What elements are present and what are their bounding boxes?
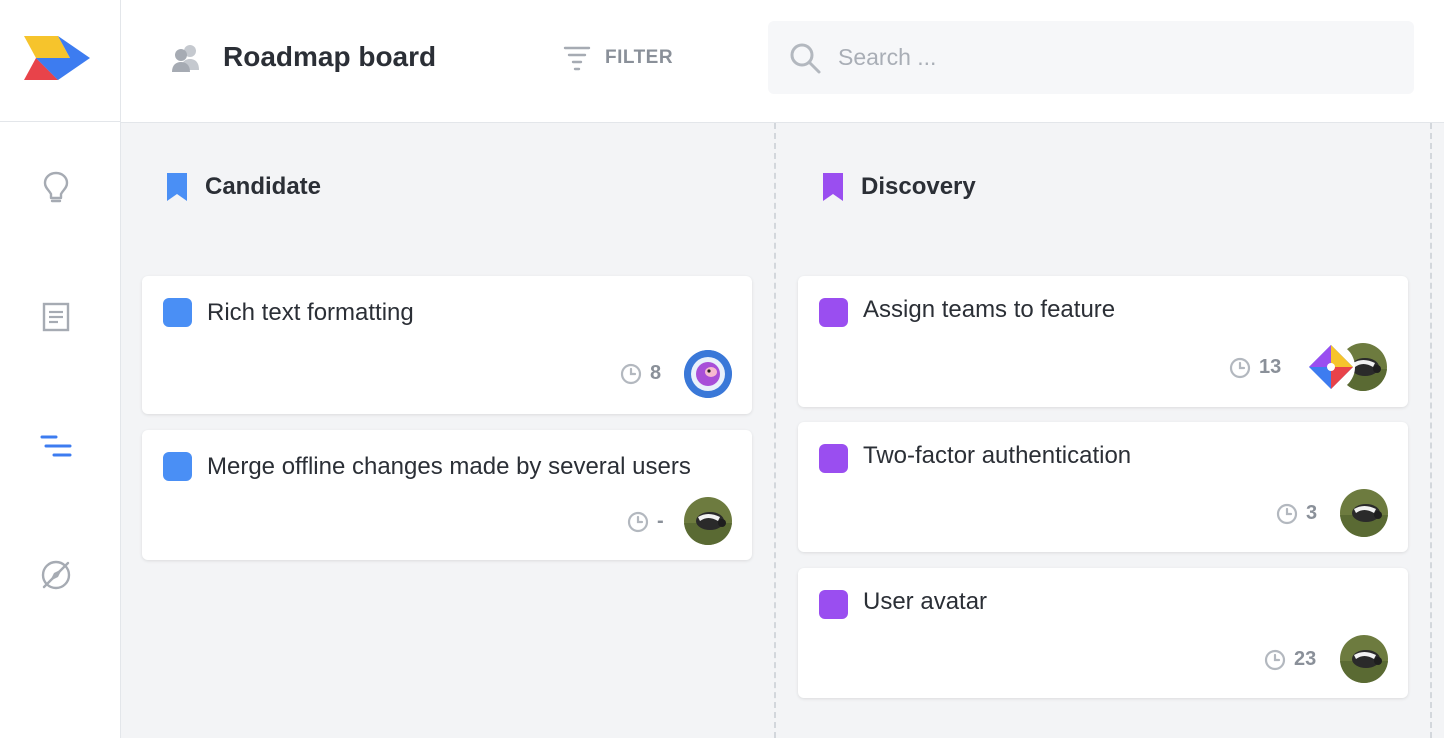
team-logo-icon xyxy=(1309,345,1353,389)
compass-icon xyxy=(41,560,71,590)
filter-label: FILTER xyxy=(605,47,674,68)
column-divider xyxy=(774,123,776,738)
card-count: 3 xyxy=(1306,502,1318,524)
lightbulb-icon xyxy=(43,171,69,203)
status-square xyxy=(819,590,848,619)
users-icon xyxy=(172,45,199,72)
status-square xyxy=(819,298,848,327)
search-icon xyxy=(790,43,821,73)
card-meta: 23 xyxy=(1264,648,1316,671)
column-header-candidate[interactable]: Candidate xyxy=(165,171,321,203)
photo-avatar[interactable] xyxy=(684,497,732,545)
card-meta: 8 xyxy=(620,362,661,385)
astronaut-avatar[interactable] xyxy=(684,350,732,398)
clock-icon xyxy=(1276,503,1298,524)
status-square xyxy=(819,444,848,473)
feature-card[interactable]: Assign teams to feature 13 xyxy=(798,276,1408,407)
card-count: 23 xyxy=(1294,648,1317,670)
team-logo-avatar[interactable] xyxy=(1307,343,1355,391)
sidebar xyxy=(0,0,121,738)
clock-icon xyxy=(627,511,649,532)
sidebar-item-documents[interactable] xyxy=(38,299,74,335)
filter-button[interactable]: FILTER xyxy=(563,40,673,76)
clock-icon xyxy=(1264,649,1286,670)
astronaut-avatar-image xyxy=(684,350,732,398)
card-meta: 13 xyxy=(1229,356,1281,379)
column-title: Discovery xyxy=(861,173,976,200)
clock-icon xyxy=(1229,357,1251,378)
bookmark-icon xyxy=(167,173,187,201)
search-bar[interactable] xyxy=(768,21,1414,94)
card-title: User avatar xyxy=(863,588,988,615)
roadmap-lines-icon xyxy=(40,435,72,457)
photo-avatar-image xyxy=(1340,489,1388,537)
card-meta: - xyxy=(627,510,664,533)
feature-card[interactable]: User avatar 23 xyxy=(798,568,1408,698)
card-title: Merge offline changes made by several us… xyxy=(207,453,691,480)
card-count: 8 xyxy=(650,362,662,384)
photo-avatar-image xyxy=(684,497,732,545)
feature-card[interactable]: Two-factor authentication 3 xyxy=(798,422,1408,552)
status-square xyxy=(163,452,192,481)
card-title: Two-factor authentication xyxy=(863,442,1132,469)
roadmap-board: Candidate Rich text formatting 8 Merge o… xyxy=(121,123,1444,738)
page-title: Roadmap board xyxy=(223,41,437,72)
card-meta: 3 xyxy=(1276,502,1317,525)
feature-card[interactable]: Rich text formatting 8 xyxy=(142,276,752,414)
column-header-discovery[interactable]: Discovery xyxy=(821,171,976,203)
sidebar-divider xyxy=(0,121,120,122)
feature-card[interactable]: Merge offline changes made by several us… xyxy=(142,430,752,560)
column-title: Candidate xyxy=(205,173,322,200)
sidebar-item-ideas[interactable] xyxy=(38,169,74,205)
card-title: Rich text formatting xyxy=(207,299,414,326)
card-count: 13 xyxy=(1259,356,1282,378)
search-input[interactable] xyxy=(836,43,1400,72)
photo-avatar[interactable] xyxy=(1340,635,1388,683)
card-title: Assign teams to feature xyxy=(863,296,1116,323)
photo-avatar-image xyxy=(1340,635,1388,683)
top-header: Roadmap board FILTER xyxy=(121,0,1444,123)
bookmark-icon xyxy=(823,173,843,201)
app-logo[interactable] xyxy=(24,36,90,80)
sidebar-item-explore[interactable] xyxy=(38,557,74,593)
document-icon xyxy=(42,302,70,332)
clock-icon xyxy=(620,363,642,384)
sidebar-item-roadmap[interactable] xyxy=(38,428,74,464)
card-count: - xyxy=(657,510,664,532)
filter-icon xyxy=(563,46,591,71)
photo-avatar[interactable] xyxy=(1340,489,1388,537)
column-divider xyxy=(1430,123,1432,738)
status-square xyxy=(163,298,192,327)
